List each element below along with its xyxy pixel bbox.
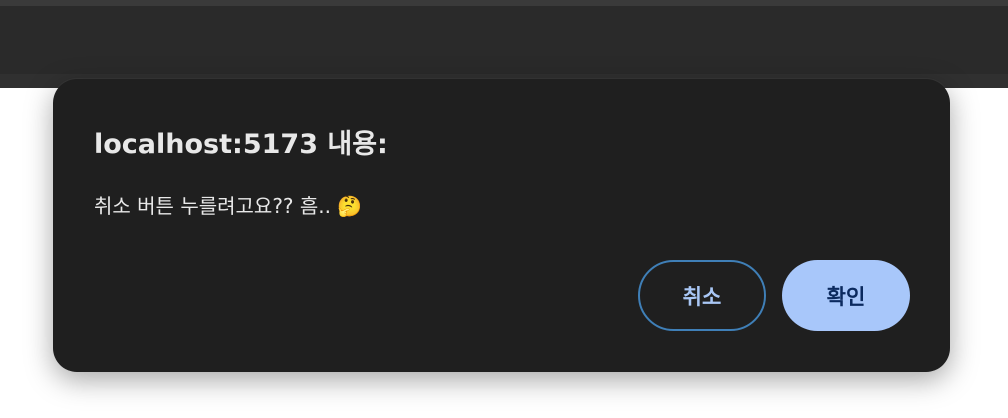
dialog-actions: 취소 확인: [638, 260, 910, 331]
browser-topbar-strip: [0, 0, 1008, 6]
dialog-message: 취소 버튼 누를려고요?? 흠.. 🤔: [94, 194, 363, 218]
cancel-button[interactable]: 취소: [638, 260, 766, 331]
alert-dialog: localhost:5173 내용: 취소 버튼 누를려고요?? 흠.. 🤔 취…: [53, 79, 950, 372]
dialog-title: localhost:5173 내용:: [94, 129, 388, 160]
ok-button[interactable]: 확인: [782, 260, 910, 331]
browser-topbar: [0, 0, 1008, 88]
